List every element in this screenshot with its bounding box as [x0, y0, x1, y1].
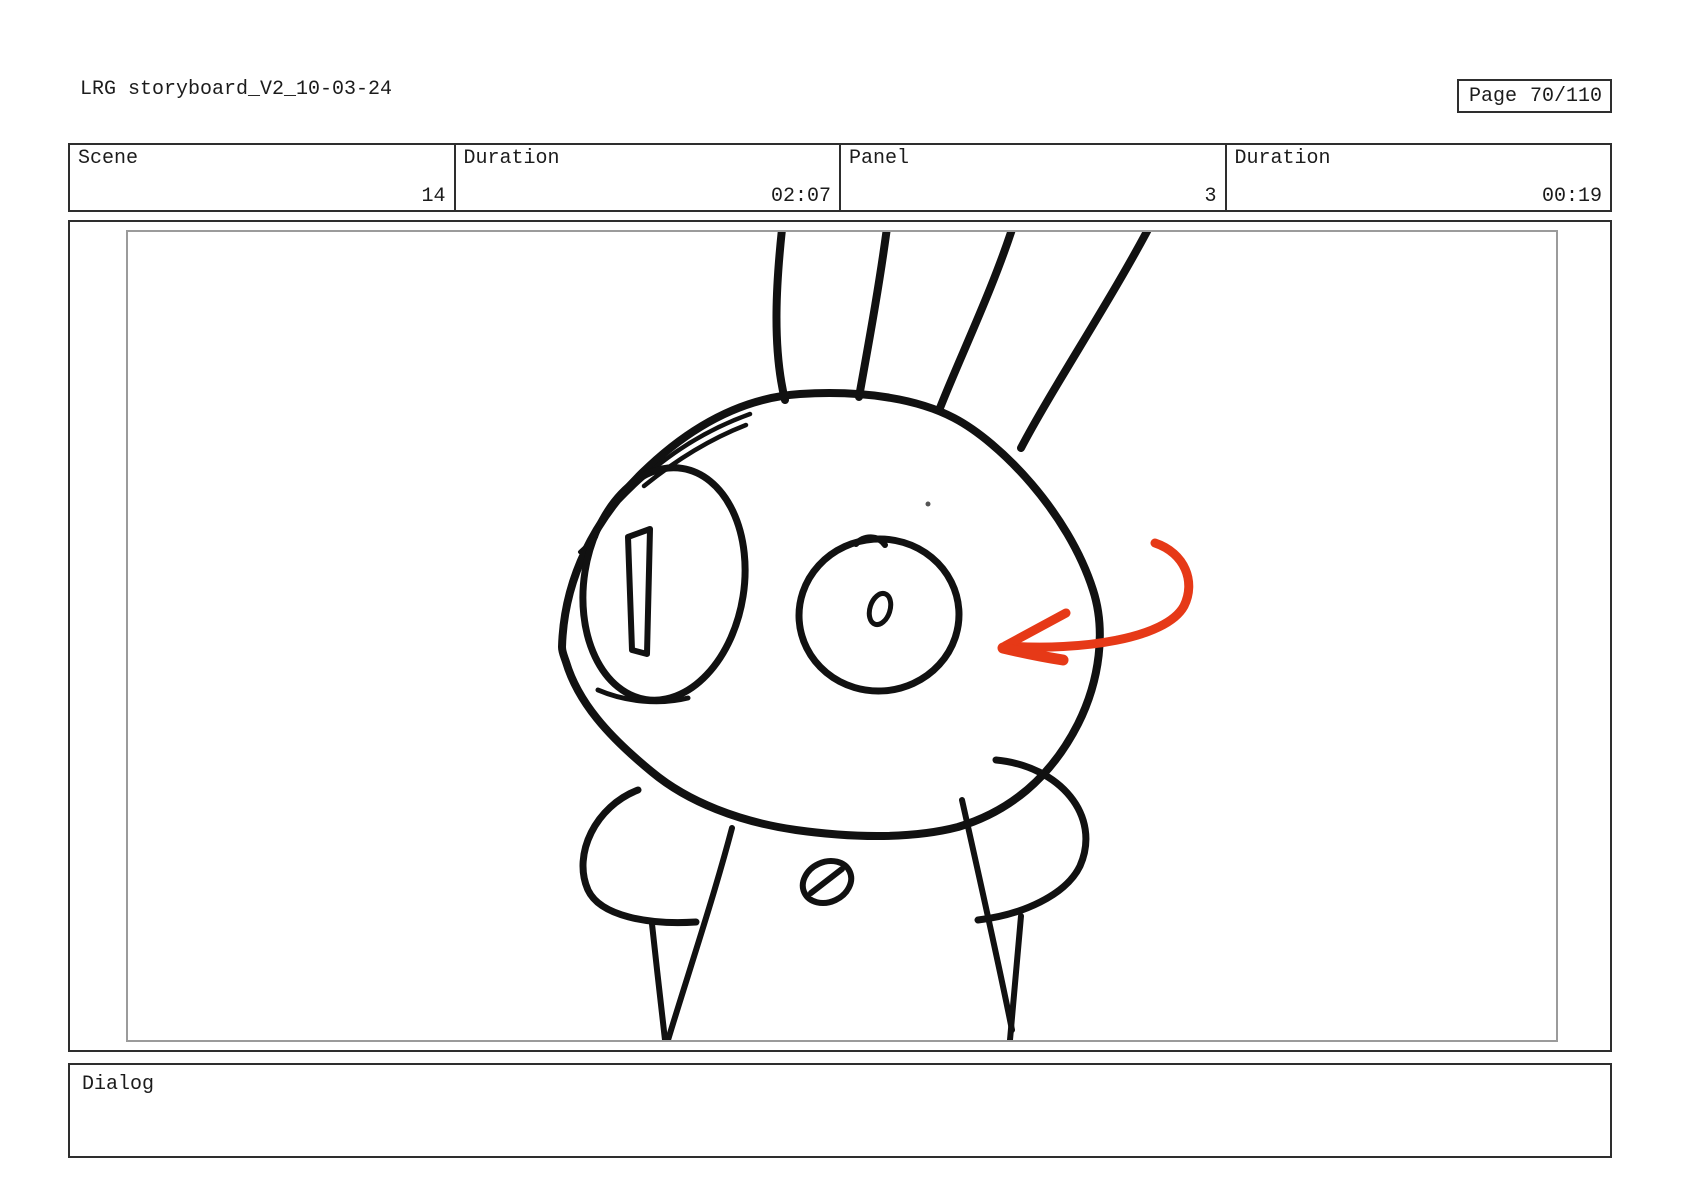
head-outline: [558, 389, 1104, 840]
dialog-label: Dialog: [82, 1073, 155, 1096]
chest-button: [799, 858, 855, 906]
scene-value: 14: [421, 185, 446, 208]
quill-lines: [772, 232, 1152, 452]
right-eye: [795, 534, 963, 695]
right-eye-pupil: [866, 590, 894, 628]
storyboard-page: LRG storyboard_V2_10-03-24 Page 70/110 S…: [0, 0, 1684, 1190]
sketch-strokes: [578, 411, 753, 554]
info-cell-scene: Scene 14: [70, 145, 456, 210]
page-label: Page: [1469, 84, 1518, 108]
scene-label: Scene: [78, 147, 139, 170]
left-shoulder: [579, 786, 700, 926]
document-title: LRG storyboard_V2_10-03-24: [80, 78, 393, 101]
page-value: 70/110: [1529, 84, 1602, 108]
info-table: Scene 14 Duration 02:07 Panel 3 Duration…: [68, 143, 1612, 212]
drawing-frame: [126, 230, 1558, 1042]
info-cell-panel: Panel 3: [841, 145, 1227, 210]
info-cell-panel-duration: Duration 00:19: [1227, 145, 1611, 210]
info-cell-scene-duration: Duration 02:07: [456, 145, 841, 210]
dialog-box: Dialog: [68, 1063, 1612, 1158]
panel-label: Panel: [849, 147, 910, 170]
scene-duration-value: 02:07: [770, 185, 831, 208]
stray-dot: [925, 501, 931, 507]
storyboard-panel-box: [68, 220, 1612, 1052]
left-eye-highlight: [625, 526, 653, 657]
panel-value: 3: [1204, 185, 1217, 208]
page-indicator: Page 70/110: [1457, 79, 1612, 113]
character-sketch: [558, 232, 1194, 1040]
left-eye: [579, 464, 749, 705]
scene-duration-label: Duration: [463, 147, 560, 170]
panel-duration-label: Duration: [1234, 147, 1331, 170]
panel-duration-value: 00:19: [1541, 185, 1602, 208]
